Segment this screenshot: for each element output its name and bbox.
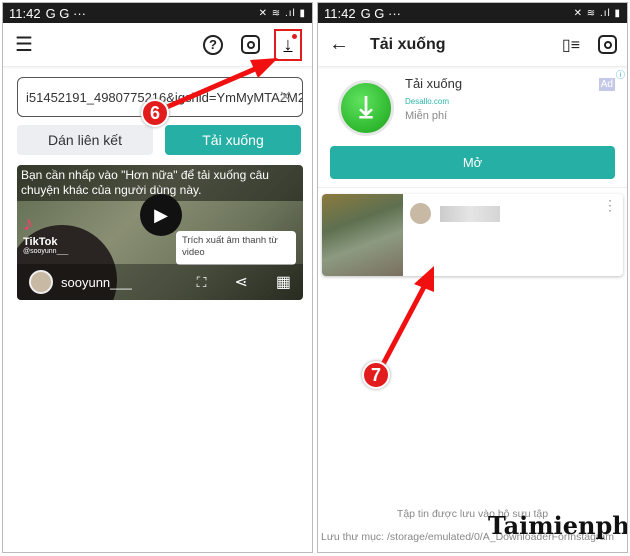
arrow-7 bbox=[377, 283, 428, 372]
arrow-6 bbox=[159, 63, 263, 113]
step-7-badge: 7 bbox=[362, 361, 390, 389]
arrowhead-6 bbox=[250, 58, 278, 78]
annotation-arrows bbox=[159, 58, 434, 372]
step-6-badge: 6 bbox=[141, 99, 169, 127]
